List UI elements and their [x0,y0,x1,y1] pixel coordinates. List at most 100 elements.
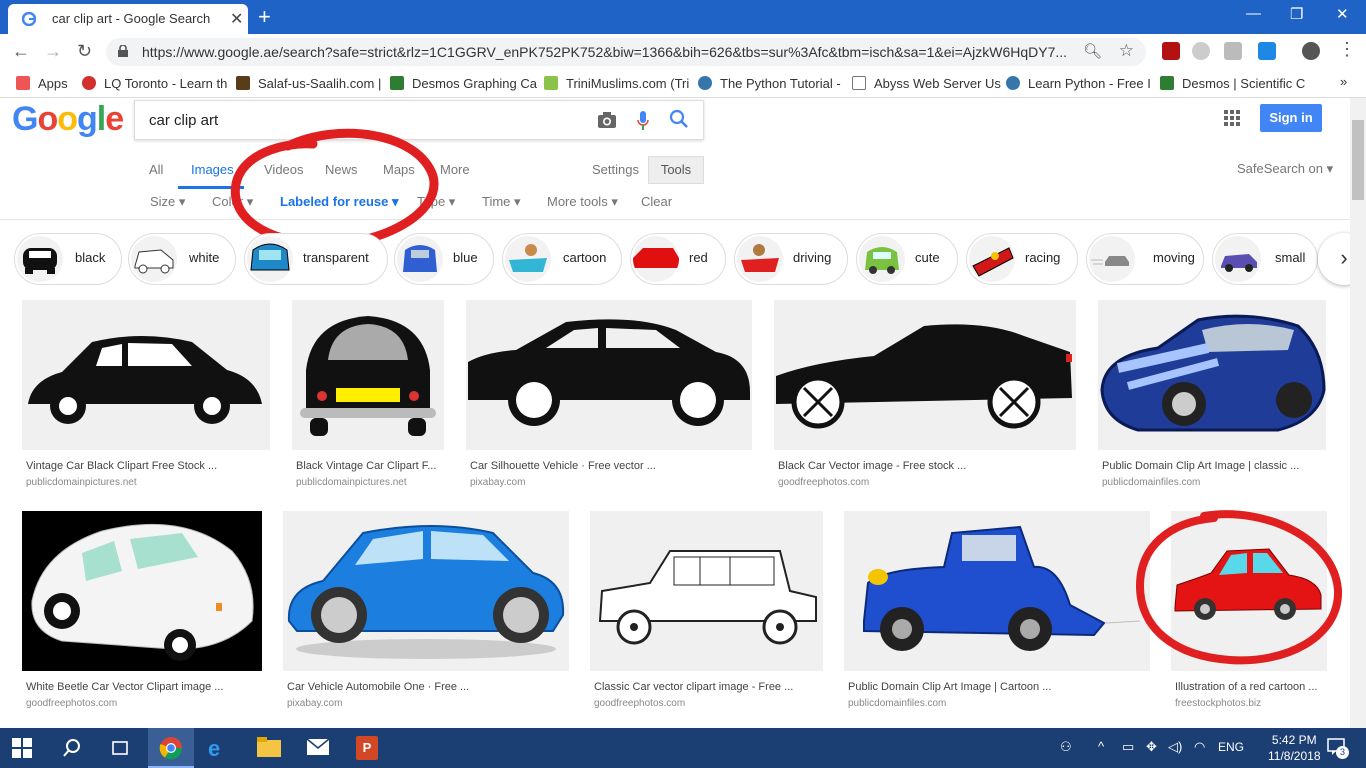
sign-in-button[interactable]: Sign in [1260,104,1322,132]
result-image[interactable] [22,300,270,450]
maximize-icon[interactable]: ❐ [1290,5,1303,23]
search-icon[interactable] [62,738,82,758]
windows-start-icon[interactable] [12,738,32,758]
result-image[interactable] [844,511,1150,671]
tool-time[interactable]: Time ▾ [482,194,521,210]
page-scrollbar[interactable] [1350,98,1366,728]
bookmark-desmos-graphing[interactable]: Desmos Graphing Ca [412,76,537,91]
h-extension-icon[interactable] [1224,42,1242,60]
result-caption[interactable]: Car Vehicle Automobile One · Free ... [287,681,469,693]
bookmark-desmos-scientific[interactable]: Desmos | Scientific C [1182,76,1305,91]
task-view-icon[interactable] [110,738,130,758]
bookmark-python-tutorial[interactable]: The Python Tutorial - [720,76,841,91]
more-bookmarks-icon[interactable]: » [1340,74,1347,89]
browser-tab[interactable]: car clip art - Google Search ✕ [8,4,248,34]
chrome-taskbar-button[interactable] [148,728,194,768]
wifi-icon[interactable]: ◠ [1194,739,1205,755]
chip-black[interactable]: black [14,233,122,285]
profile-icon[interactable] [1302,42,1320,60]
minimize-icon[interactable]: — [1246,5,1261,22]
result-image[interactable] [1098,300,1326,450]
chip-blue[interactable]: blue [394,233,494,285]
bookmark-salaf[interactable]: Salaf-us-Saalih.com | [258,76,381,91]
chip-small[interactable]: small [1212,233,1318,285]
file-explorer-icon[interactable] [256,736,282,758]
google-apps-icon[interactable] [1224,110,1240,126]
microphone-icon[interactable] [637,111,649,131]
bookmark-star-icon[interactable]: ☆ [1119,41,1134,61]
powerpoint-icon[interactable]: P [356,736,378,760]
chip-cartoon[interactable]: cartoon [502,233,622,285]
result-image[interactable] [292,300,444,450]
bookmark-abyss[interactable]: Abyss Web Server Us [874,76,1001,91]
chip-cute[interactable]: cute [856,233,958,285]
forward-icon[interactable]: → [44,41,62,62]
scrollbar-thumb[interactable] [1352,120,1364,200]
tool-size[interactable]: Size ▾ [150,194,185,210]
ublock-extension-icon[interactable] [1162,42,1180,60]
tool-time-label: Time [482,194,511,209]
chip-white[interactable]: white [128,233,236,285]
search-page-icon[interactable]: 🔍︎ [1083,42,1102,60]
volume-icon[interactable]: ◁) [1168,739,1182,755]
chip-red[interactable]: red [630,233,726,285]
chip-label: small [1275,250,1306,265]
chip-label: red [689,250,708,265]
language-indicator[interactable]: ENG [1218,740,1244,754]
result-caption[interactable]: Public Domain Clip Art Image | Cartoon .… [848,681,1051,693]
chip-racing[interactable]: racing [966,233,1078,285]
menu-dots-icon[interactable]: ⋮ [1338,39,1356,60]
result-caption[interactable]: Car Silhouette Vehicle · Free vector ... [470,460,656,472]
tool-clear[interactable]: Clear [641,194,672,209]
close-window-icon[interactable]: ✕ [1336,5,1349,23]
mail-icon[interactable] [306,738,330,756]
bookmark-apps[interactable]: Apps [38,76,68,91]
result-source: freestockphotos.biz [1175,698,1262,709]
chip-moving[interactable]: moving [1086,233,1204,285]
result-image[interactable] [283,511,569,671]
people-icon[interactable]: ⚇ [1060,739,1072,755]
show-hidden-icons-icon[interactable]: ^ [1098,739,1104,754]
reload-icon[interactable]: ↻ [77,41,92,62]
tab-all[interactable]: All [149,162,163,177]
bookmark-lq-toronto[interactable]: LQ Toronto - Learn th [104,76,227,91]
result-caption[interactable]: White Beetle Car Vector Clipart image ..… [26,681,223,693]
edge-icon[interactable]: e [208,736,220,762]
close-tab-icon[interactable]: ✕ [230,9,243,29]
result-caption[interactable]: Black Car Vector image - Free stock ... [778,460,966,472]
back-icon[interactable]: ← [12,41,30,62]
tool-more-tools[interactable]: More tools ▾ [547,194,618,210]
notifications-button[interactable]: 3 [1326,736,1349,759]
camera-icon[interactable] [597,111,617,129]
safesearch-dropdown[interactable]: SafeSearch on ▾ [1237,161,1333,177]
tab-more[interactable]: More [440,162,470,177]
tools-button[interactable]: Tools [648,156,704,184]
battery-icon[interactable]: ▭ [1122,739,1134,755]
bookmarks-bar: Apps LQ Toronto - Learn th Salaf-us-Saal… [0,70,1366,98]
s-extension-icon[interactable] [1258,42,1276,60]
chip-transparent[interactable]: transparent [244,233,388,285]
search-input[interactable]: car clip art [149,112,218,129]
result-caption[interactable]: Public Domain Clip Art Image | classic .… [1102,460,1299,472]
chip-thumb [247,236,293,282]
google-logo[interactable]: Google [12,100,124,139]
result-image[interactable] [774,300,1076,450]
result-caption[interactable]: Vintage Car Black Clipart Free Stock ... [26,460,217,472]
result-caption[interactable]: Black Vintage Car Clipart F... [296,460,436,472]
result-image[interactable] [590,511,823,671]
skype-extension-icon[interactable] [1192,42,1210,60]
result-caption[interactable]: Illustration of a red cartoon ... [1175,681,1317,693]
address-bar[interactable]: https://www.google.ae/search?safe=strict… [106,38,1146,66]
search-icon[interactable] [669,109,689,129]
result-image[interactable] [466,300,752,450]
chip-driving[interactable]: driving [734,233,848,285]
new-tab-icon[interactable]: + [258,4,271,30]
clock[interactable]: 5:42 PM 11/8/2018 [1268,732,1321,764]
settings-link[interactable]: Settings [592,162,639,177]
dropbox-icon[interactable]: ✥ [1146,739,1157,755]
chip-thumb [397,236,443,282]
bookmark-trinimuslims[interactable]: TriniMuslims.com (Tri [566,76,689,91]
result-caption[interactable]: Classic Car vector clipart image - Free … [594,681,793,693]
bookmark-learn-python[interactable]: Learn Python - Free I [1028,76,1151,91]
result-image[interactable] [22,511,262,671]
